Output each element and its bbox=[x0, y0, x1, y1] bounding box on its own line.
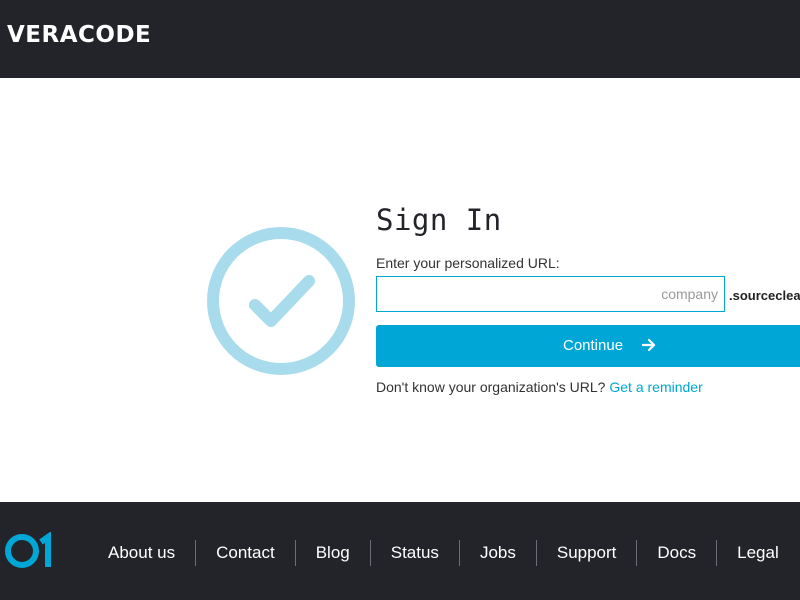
check-circle-icon bbox=[207, 227, 355, 375]
reminder-text: Don't know your organization's URL? bbox=[376, 379, 606, 395]
continue-button-label: Continue bbox=[563, 337, 624, 354]
company-url-input[interactable] bbox=[376, 276, 725, 312]
footer-link-jobs[interactable]: Jobs bbox=[460, 541, 536, 565]
footer-link-legal[interactable]: Legal bbox=[717, 541, 799, 565]
url-reminder-prompt: Don't know your organization's URL? Get … bbox=[376, 379, 703, 396]
page-title: Sign In bbox=[376, 203, 502, 237]
footer-link-docs[interactable]: Docs bbox=[637, 541, 716, 565]
footer-nav: About us Contact Blog Status Jobs Suppor… bbox=[88, 540, 799, 566]
continue-button[interactable]: Continue bbox=[376, 325, 800, 367]
footer-link-blog[interactable]: Blog bbox=[296, 541, 370, 565]
footer-link-contact[interactable]: Contact bbox=[196, 541, 295, 565]
veracode-logo[interactable]: VERACODE bbox=[7, 22, 151, 48]
top-header: VERACODE bbox=[0, 0, 800, 78]
arrow-right-icon bbox=[642, 338, 656, 352]
footer-link-status[interactable]: Status bbox=[371, 541, 459, 565]
url-domain-suffix: .sourceclear bbox=[729, 288, 800, 303]
veracode-01-icon[interactable] bbox=[5, 532, 57, 570]
get-reminder-link[interactable]: Get a reminder bbox=[609, 379, 702, 395]
footer-link-about-us[interactable]: About us bbox=[88, 541, 195, 565]
url-field-label: Enter your personalized URL: bbox=[376, 255, 560, 271]
footer: About us Contact Blog Status Jobs Suppor… bbox=[0, 502, 800, 600]
footer-link-support[interactable]: Support bbox=[537, 541, 637, 565]
